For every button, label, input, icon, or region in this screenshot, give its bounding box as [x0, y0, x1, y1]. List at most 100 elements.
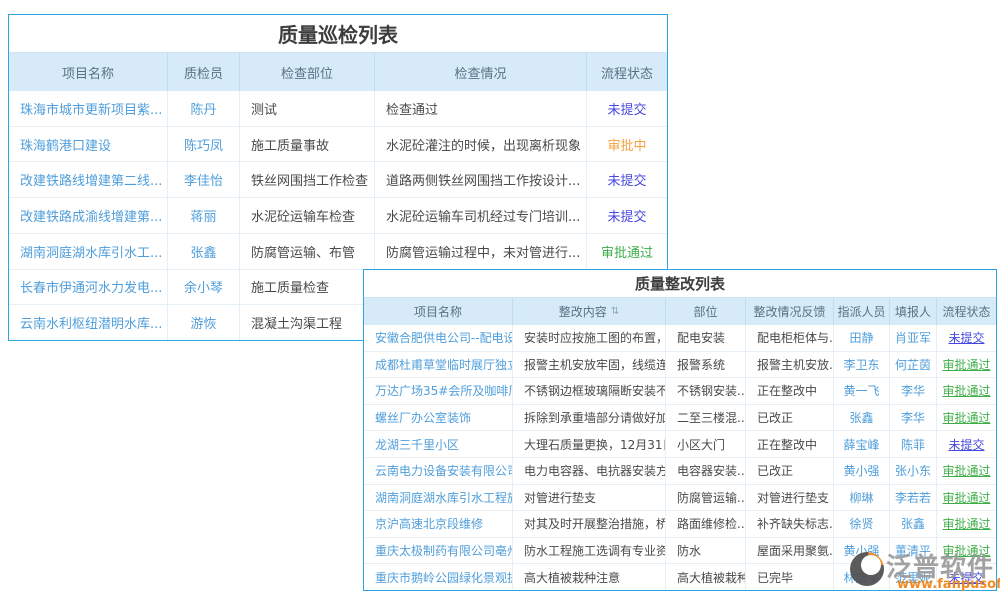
flow-status-link[interactable]: 未提交: [587, 162, 667, 197]
project-name-link[interactable]: 京沪高速北京段维修: [364, 511, 513, 537]
reporter-name-link[interactable]: 李若若: [890, 485, 937, 511]
column-header-inspection-part[interactable]: 检查部位: [240, 53, 375, 91]
sort-icon[interactable]: ⇅: [611, 306, 619, 317]
inspector-name-link[interactable]: 陈丹: [168, 91, 240, 126]
project-name-link-text: 湖南洞庭湖水库引水工程施工标: [375, 489, 513, 506]
column-header-part[interactable]: 部位: [666, 298, 746, 325]
flow-status-link-text: 审批通过: [942, 409, 990, 426]
assignee-name-link[interactable]: 张鑫: [834, 405, 890, 431]
column-header-project-name[interactable]: 项目名称: [9, 53, 168, 91]
assignee-name-link-text: 李卫东: [843, 356, 879, 373]
part: 防腐管运输...: [666, 485, 746, 511]
part: 报警系统: [666, 352, 746, 378]
inspection-part: 测试: [240, 91, 375, 126]
project-name-link[interactable]: 云南电力设备安装有限公司20...: [364, 458, 513, 484]
flow-status-link[interactable]: 审批通过: [937, 511, 996, 537]
assignee-name-link-text: 黄一飞: [843, 382, 879, 399]
rectify-feedback-text: 已改正: [757, 462, 793, 479]
rectify-feedback: 对管进行垫支: [746, 485, 834, 511]
rectify-feedback: 补齐缺失标志...: [746, 511, 834, 537]
flow-status-link[interactable]: 审批中: [587, 127, 667, 162]
flow-status-link[interactable]: 审批通过: [937, 458, 996, 484]
column-header-flow-status[interactable]: 流程状态: [587, 53, 667, 91]
project-name-link[interactable]: 重庆太极制药有限公司亳州中...: [364, 538, 513, 564]
part: 高大植被栽种: [666, 564, 746, 590]
reporter-name-link[interactable]: 李华: [890, 378, 937, 404]
inspector-name-link[interactable]: 余小琴: [168, 270, 240, 305]
inspection-situation: 水泥砼灌注的时候，出现离析现象: [375, 127, 587, 162]
inspection-part-text: 施工质量事故: [251, 135, 329, 154]
reporter-name-link[interactable]: 张鑫: [890, 511, 937, 537]
project-name-link-text: 湖南洞庭湖水库引水工...: [20, 242, 162, 261]
inspector-name-link[interactable]: 游恢: [168, 305, 240, 340]
part-text: 二至三楼混...: [677, 409, 746, 426]
project-name-link[interactable]: 湖南洞庭湖水库引水工...: [9, 234, 168, 269]
flow-status-link-text: 审批通过: [942, 489, 990, 506]
reporter-name-link[interactable]: 肖亚军: [890, 325, 937, 351]
part-text: 小区大门: [677, 436, 725, 453]
assignee-name-link[interactable]: 黄小强: [834, 458, 890, 484]
flow-status-link[interactable]: 未提交: [937, 325, 996, 351]
column-header-rectify-feedback[interactable]: 整改情况反馈: [746, 298, 834, 325]
flow-status-link[interactable]: 审批通过: [937, 352, 996, 378]
project-name-link[interactable]: 珠海市城市更新项目紫...: [9, 91, 168, 126]
flow-status-link[interactable]: 审批通过: [937, 378, 996, 404]
assignee-name-link[interactable]: 徐贤: [834, 511, 890, 537]
part: 二至三楼混...: [666, 405, 746, 431]
flow-status-link-text: 未提交: [607, 99, 646, 118]
column-header-project-name[interactable]: 项目名称: [364, 298, 513, 325]
rectification-table-title: 质量整改列表: [364, 270, 996, 298]
project-name-link[interactable]: 改建铁路成渝线增建第...: [9, 198, 168, 233]
assignee-name-link-text: 徐贤: [849, 515, 873, 532]
rectify-content: 大理石质量更换，12月31日之...: [513, 431, 666, 457]
assignee-name-link[interactable]: 李卫东: [834, 352, 890, 378]
assignee-name-link[interactable]: 薛宝峰: [834, 431, 890, 457]
reporter-name-link[interactable]: 张小东: [890, 458, 937, 484]
assignee-name-link[interactable]: 柳琳: [834, 485, 890, 511]
project-name-link[interactable]: 成都杜甫草堂临时展厅独立展...: [364, 352, 513, 378]
reporter-name-link[interactable]: 何芷茵: [890, 352, 937, 378]
assignee-name-link[interactable]: 黄一飞: [834, 378, 890, 404]
column-header-label: 检查情况: [454, 63, 506, 82]
flow-status-link[interactable]: 未提交: [587, 91, 667, 126]
project-name-link[interactable]: 安徽合肥供电公司--配电设备...: [364, 325, 513, 351]
flow-status-link[interactable]: 审批通过: [587, 234, 667, 269]
project-name-link[interactable]: 改建铁路线增建第二线...: [9, 162, 168, 197]
part-text: 电容器安装...: [677, 462, 746, 479]
project-name-link[interactable]: 螺丝厂办公室装饰: [364, 405, 513, 431]
assignee-name-link[interactable]: 田静: [834, 325, 890, 351]
column-header-flow-status[interactable]: 流程状态: [937, 298, 996, 325]
project-name-link[interactable]: 龙湖三千里小区: [364, 431, 513, 457]
project-name-link[interactable]: 珠海鹤港口建设: [9, 127, 168, 162]
reporter-name-link[interactable]: 李华: [890, 405, 937, 431]
column-header-assignee[interactable]: 指派人员: [834, 298, 890, 325]
flow-status-link[interactable]: 未提交: [587, 198, 667, 233]
table-row: 龙湖三千里小区大理石质量更换，12月31日之...小区大门正在整改中薛宝峰陈菲未…: [364, 431, 996, 458]
project-name-link[interactable]: 云南水利枢纽潜明水库...: [9, 305, 168, 340]
reporter-name-link[interactable]: 陈菲: [890, 431, 937, 457]
part-text: 高大植被栽种: [677, 569, 746, 586]
flow-status-link[interactable]: 审批通过: [937, 405, 996, 431]
column-header-inspector[interactable]: 质检员: [168, 53, 240, 91]
column-header-inspection-situation[interactable]: 检查情况: [375, 53, 587, 91]
column-header-reporter[interactable]: 填报人: [890, 298, 937, 325]
inspector-name-link[interactable]: 陈巧凤: [168, 127, 240, 162]
flow-status-link-text: 审批通过: [942, 382, 990, 399]
flow-status-link[interactable]: 未提交: [937, 431, 996, 457]
project-name-link[interactable]: 重庆市鹅岭公园绿化景观提升...: [364, 564, 513, 590]
project-name-link[interactable]: 万达广场35#会所及咖啡厅空...: [364, 378, 513, 404]
inspector-name-link[interactable]: 蒋丽: [168, 198, 240, 233]
inspection-part: 混凝土沟渠工程: [240, 305, 375, 340]
project-name-link[interactable]: 长春市伊通河水力发电...: [9, 270, 168, 305]
rectify-feedback: 已完毕: [746, 564, 834, 590]
reporter-name-link-text: 李华: [901, 409, 925, 426]
rectify-content-text: 对其及时开展整治措施，桥头...: [524, 515, 666, 532]
flow-status-link-text: 审批通过: [942, 462, 990, 479]
table-row: 湖南洞庭湖水库引水工程施工标对管进行垫支防腐管运输...对管进行垫支柳琳李若若审…: [364, 485, 996, 512]
part-text: 配电安装: [677, 329, 725, 346]
flow-status-link[interactable]: 审批通过: [937, 485, 996, 511]
inspector-name-link[interactable]: 张鑫: [168, 234, 240, 269]
project-name-link[interactable]: 湖南洞庭湖水库引水工程施工标: [364, 485, 513, 511]
column-header-rectify-content[interactable]: 整改内容⇅: [513, 298, 666, 325]
inspector-name-link[interactable]: 李佳怡: [168, 162, 240, 197]
